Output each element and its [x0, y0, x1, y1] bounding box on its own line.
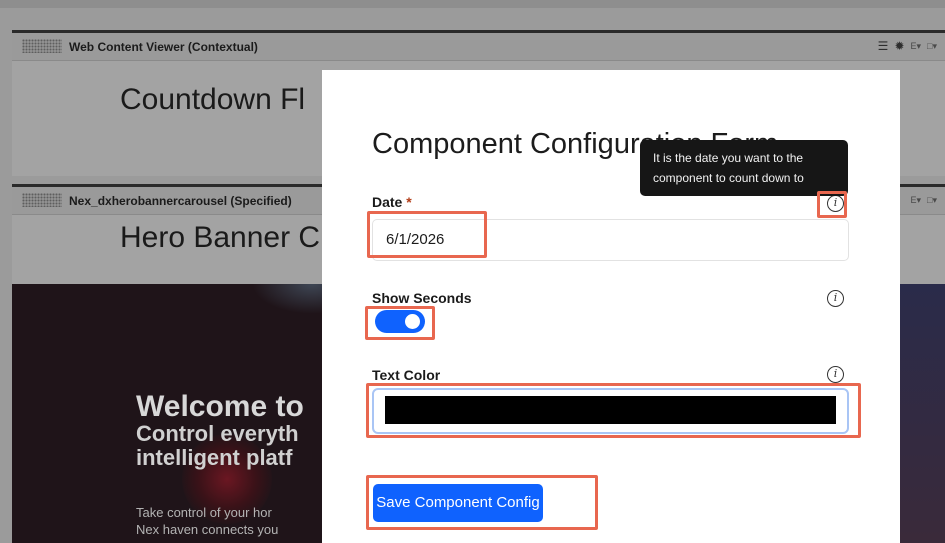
hero-subline: Control everyth — [136, 421, 299, 446]
gear-icon[interactable]: ✹ — [894, 39, 904, 53]
edit-mode-icon[interactable]: E▾ — [911, 39, 922, 53]
date-info-tooltip: It is the date you want to the component… — [640, 140, 848, 196]
portal-top-bar — [0, 0, 945, 8]
highlight-box — [367, 211, 487, 258]
show-seconds-info-icon[interactable]: i — [827, 290, 844, 307]
date-label-text: Date — [372, 194, 403, 210]
hero-headline: Welcome to — [136, 390, 304, 423]
hero-subline: intelligent platf — [136, 445, 293, 470]
highlight-box — [365, 306, 435, 340]
hero-body: Take control of your hor Nex haven conne… — [136, 504, 278, 538]
show-seconds-label: Show Seconds — [372, 290, 472, 306]
drag-handle-icon[interactable] — [22, 193, 62, 207]
text-color-info-icon[interactable]: i — [827, 366, 844, 383]
hero-banner-heading: Hero Banner C — [120, 221, 321, 254]
highlight-box — [366, 383, 861, 438]
highlight-box — [817, 191, 847, 218]
menu-icon[interactable]: ☰ — [878, 39, 889, 53]
window-state-icon[interactable]: □▾ — [927, 39, 937, 53]
portlet-toolbar: E▾ □▾ — [911, 193, 938, 207]
countdown-heading: Countdown Fl — [120, 83, 306, 116]
window-state-icon[interactable]: □▾ — [927, 193, 937, 207]
text-color-label: Text Color — [372, 367, 441, 383]
hero-side-panel — [898, 284, 945, 543]
portlet-title: Web Content Viewer (Contextual) — [69, 40, 258, 54]
hero-subheadline: Control everyth intelligent platf — [136, 422, 299, 470]
portlet-toolbar: ☰ ✹ E▾ □▾ — [878, 39, 937, 53]
hero-body-line: Nex haven connects you — [136, 522, 279, 537]
portlet-title: Nex_dxherobannercarousel (Specified) — [69, 194, 292, 208]
hero-body-line: Take control of your hor — [136, 505, 272, 520]
highlight-box — [366, 475, 598, 530]
edit-mode-icon[interactable]: E▾ — [911, 193, 922, 207]
portlet-header: Web Content Viewer (Contextual) ☰ ✹ E▾ □… — [12, 33, 945, 61]
required-indicator: * — [406, 194, 412, 210]
drag-handle-icon[interactable] — [22, 39, 62, 53]
date-label: Date * — [372, 194, 412, 210]
